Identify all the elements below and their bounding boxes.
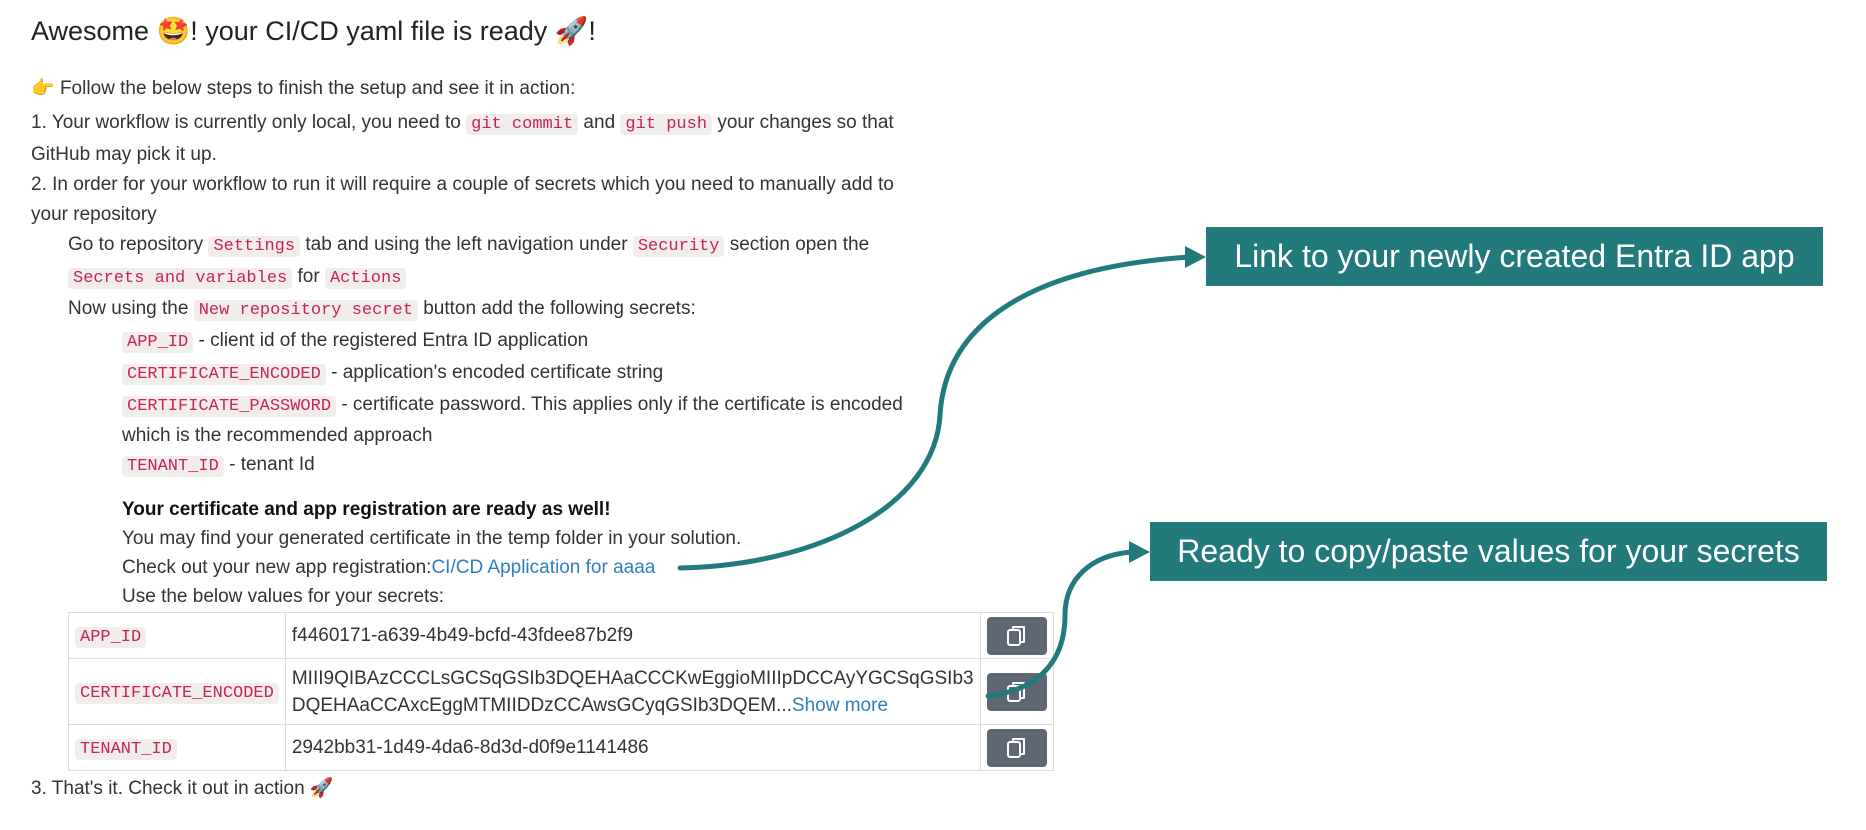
annotation-arrows <box>677 246 1206 699</box>
arrowhead-copy <box>1129 541 1150 563</box>
callout-entra-link: Link to your newly created Entra ID app <box>1206 227 1823 286</box>
arrow-to-entra-link <box>677 254 1193 571</box>
arrowhead-entra <box>1185 246 1206 268</box>
callout-copy-values: Ready to copy/paste values for your secr… <box>1150 522 1827 581</box>
arrow-to-copy-values <box>985 549 1135 699</box>
